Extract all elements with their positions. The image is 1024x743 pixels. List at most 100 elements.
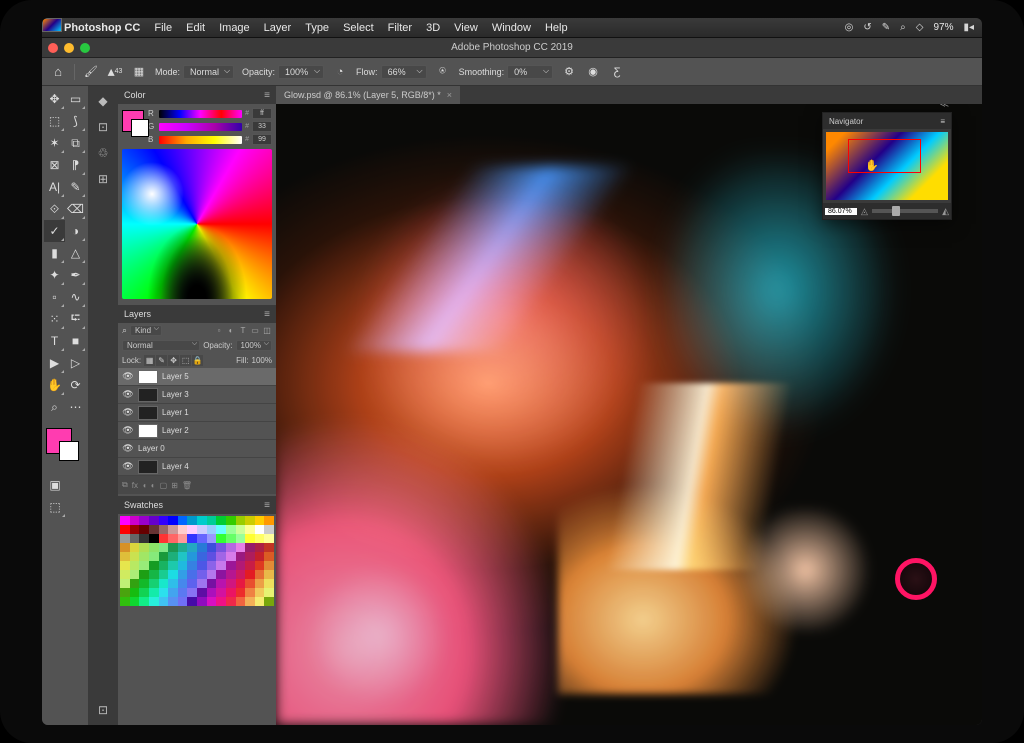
eraser-tool[interactable]: ⌫ [65, 198, 86, 220]
swatch[interactable] [187, 552, 197, 561]
swatch[interactable] [178, 570, 188, 579]
swatch[interactable] [236, 552, 246, 561]
swatch[interactable] [149, 570, 159, 579]
swatch[interactable] [216, 525, 226, 534]
swatch[interactable] [197, 534, 207, 543]
swatch[interactable] [207, 561, 217, 570]
path-select-tool[interactable]: ▶ [44, 352, 65, 374]
direct-select-tool[interactable]: ▷ [65, 352, 86, 374]
lock-all-icon[interactable]: 🔒 [192, 355, 203, 366]
swatch[interactable] [168, 579, 178, 588]
swatch[interactable] [187, 570, 197, 579]
layer-thumbnail[interactable] [138, 406, 158, 420]
layer-row[interactable]: 👁Layer 1 [118, 404, 276, 422]
swatch[interactable] [120, 516, 130, 525]
swatch[interactable] [236, 534, 246, 543]
cloud-sync-icon[interactable]: ◎ [845, 22, 854, 33]
swatch[interactable] [120, 534, 130, 543]
menu-edit[interactable]: Edit [186, 22, 205, 34]
swatch[interactable] [216, 588, 226, 597]
swatch[interactable] [168, 588, 178, 597]
swatch[interactable] [236, 543, 246, 552]
swatch[interactable] [139, 552, 149, 561]
layer-thumbnail[interactable] [138, 370, 158, 384]
menu-view[interactable]: View [454, 22, 478, 34]
swatch[interactable] [197, 525, 207, 534]
screen-mode-toggle[interactable]: ⬚ [44, 496, 66, 518]
layers-panel-title[interactable]: Layers [124, 309, 151, 319]
document-tab[interactable]: Glow.psd @ 86.1% (Layer 5, RGB/8*) *× [276, 86, 460, 104]
swatch[interactable] [226, 552, 236, 561]
dock-icon-5[interactable]: ⊡ [98, 703, 108, 717]
layers-panel-menu-icon[interactable]: ≡ [264, 309, 270, 320]
navigator-zoom-out-icon[interactable]: ◬ [861, 206, 868, 217]
layer-name[interactable]: Layer 1 [162, 408, 189, 417]
swatch[interactable] [255, 588, 265, 597]
visibility-toggle-icon[interactable]: 👁 [122, 443, 134, 454]
visibility-toggle-icon[interactable]: 👁 [122, 389, 134, 400]
move-tool[interactable]: ✥ [44, 88, 65, 110]
swatch[interactable] [130, 570, 140, 579]
layer-row[interactable]: 👁Layer 3 [118, 386, 276, 404]
swatch[interactable] [178, 534, 188, 543]
navigator-zoom-in-icon[interactable]: ◭ [942, 206, 949, 217]
swatch[interactable] [130, 561, 140, 570]
swatch[interactable] [187, 597, 197, 606]
eyedropper-tool[interactable]: ⁋ [65, 154, 86, 176]
visibility-toggle-icon[interactable]: 👁 [122, 461, 134, 472]
swatch[interactable] [130, 579, 140, 588]
r-value[interactable]: ff [252, 108, 272, 119]
lock-position-icon[interactable]: ✥ [168, 355, 179, 366]
menu-select[interactable]: Select [343, 22, 374, 34]
swatch[interactable] [159, 534, 169, 543]
swatch[interactable] [207, 588, 217, 597]
swatch[interactable] [255, 534, 265, 543]
navigator-viewport-box[interactable] [848, 139, 921, 173]
swatch[interactable] [139, 561, 149, 570]
close-window-button[interactable] [48, 43, 58, 53]
swatch[interactable] [255, 570, 265, 579]
swatch[interactable] [264, 516, 274, 525]
zoom-tool[interactable]: ⌕ [44, 396, 65, 418]
shape-tool[interactable]: ■ [65, 330, 86, 352]
close-tab-icon[interactable]: × [447, 90, 452, 100]
swatch[interactable] [120, 552, 130, 561]
swatch[interactable] [197, 570, 207, 579]
color-panel-menu-icon[interactable]: ≡ [264, 90, 270, 101]
airbrush-icon[interactable]: ⍟ [435, 64, 451, 80]
layer-thumbnail[interactable] [138, 388, 158, 402]
swatch[interactable] [168, 525, 178, 534]
smoothing-dropdown[interactable]: 0% [507, 65, 553, 79]
swatch[interactable] [216, 570, 226, 579]
swatch[interactable] [255, 552, 265, 561]
swatch[interactable] [197, 516, 207, 525]
blur-tool[interactable]: △ [65, 242, 86, 264]
visibility-toggle-icon[interactable]: 👁 [122, 371, 134, 382]
menu-window[interactable]: Window [492, 22, 531, 34]
swatch[interactable] [149, 552, 159, 561]
dock-icon-1[interactable]: ◆ [98, 94, 107, 108]
swatch[interactable] [178, 597, 188, 606]
foreground-color-swatch[interactable] [46, 428, 72, 454]
swatch[interactable] [264, 597, 274, 606]
adjustment-layer-icon[interactable]: ◐ [151, 481, 156, 490]
layer-thumbnail[interactable] [138, 460, 158, 474]
brush-preset-picker[interactable]: ▴43 [107, 64, 123, 80]
swatch[interactable] [245, 588, 255, 597]
swatch[interactable] [245, 579, 255, 588]
swatch[interactable] [120, 597, 130, 606]
swatch[interactable] [197, 561, 207, 570]
swatch[interactable] [226, 525, 236, 534]
swatch[interactable] [187, 525, 197, 534]
clone-tool[interactable]: ⟐ [44, 198, 65, 220]
app-menu[interactable]: Photoshop CC [64, 22, 140, 34]
swatch[interactable] [207, 552, 217, 561]
swatch[interactable] [149, 534, 159, 543]
swatch[interactable] [207, 525, 217, 534]
background-color-swatch[interactable] [59, 441, 79, 461]
marquee-tool[interactable]: ⬚ [44, 110, 65, 132]
swatch[interactable] [149, 588, 159, 597]
swatch[interactable] [187, 579, 197, 588]
swatch[interactable] [226, 516, 236, 525]
swatch[interactable] [216, 597, 226, 606]
